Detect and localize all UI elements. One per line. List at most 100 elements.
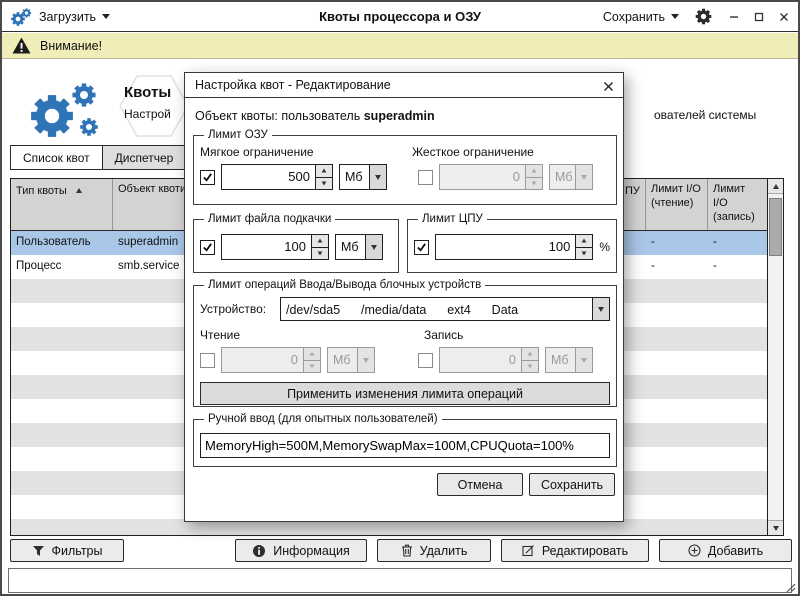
triangle-down-icon [773, 526, 779, 531]
hard-unit-value: Мб [550, 165, 575, 189]
load-menu-label: Загрузить [39, 10, 96, 24]
soft-limit-checkbox[interactable] [200, 170, 215, 185]
delete-button[interactable]: Удалить [377, 539, 491, 562]
app-gears-icon [10, 7, 32, 27]
spin-down-button[interactable] [575, 247, 592, 260]
soft-unit-value: Мб [340, 165, 369, 189]
page-title: Квоты [124, 84, 171, 101]
add-button[interactable]: Добавить [659, 539, 792, 562]
spin-up-button [521, 348, 538, 360]
io-write-unit-value: Мб [546, 348, 575, 372]
soft-limit-label: Мягкое ограничение [200, 145, 412, 159]
spin-up-button[interactable] [315, 165, 332, 177]
spin-down-button [303, 360, 320, 373]
soft-limit-value[interactable]: 500 [222, 165, 315, 189]
quota-object-line: Объект квоты: пользователь superadmin [195, 109, 435, 123]
resize-grip[interactable] [784, 581, 796, 593]
cpu-limit-value[interactable]: 100 [436, 235, 575, 259]
warning-text: Внимание! [40, 39, 102, 53]
device-combobox[interactable]: /dev/sda5 /media/data ext4 Data [280, 297, 610, 321]
io-read-value: 0 [222, 348, 303, 372]
maximize-button[interactable] [753, 11, 765, 23]
scrollbar-thumb[interactable] [769, 198, 782, 256]
table-scrollbar[interactable] [767, 179, 783, 535]
spin-up-button[interactable] [311, 235, 328, 247]
caret-down-icon [671, 14, 679, 19]
scrollbar-up-button[interactable] [768, 179, 783, 194]
page-subtitle-fragment: Настрой [124, 107, 171, 121]
hard-limit-value: 0 [440, 165, 525, 189]
status-bar [8, 568, 792, 593]
save-menu-label: Сохранить [603, 10, 665, 24]
cpu-percent-label: % [599, 240, 610, 254]
io-read-spinbox: 0 [221, 347, 321, 373]
spin-up-button[interactable] [575, 235, 592, 247]
column-io-read[interactable]: Лимит I/O (чтение) [646, 179, 708, 230]
close-window-button[interactable] [778, 11, 790, 23]
caret-down-icon [575, 165, 592, 189]
cpu-limit-spinbox[interactable]: 100 [435, 234, 593, 260]
io-write-unit-combobox: Мб [545, 347, 593, 373]
swap-limit-checkbox[interactable] [200, 240, 215, 255]
caret-down-icon [357, 348, 374, 372]
io-read-checkbox[interactable] [200, 353, 215, 368]
ram-limit-legend: Лимит ОЗУ [204, 129, 272, 141]
trash-icon [401, 544, 413, 557]
warning-triangle-icon [12, 37, 31, 54]
close-icon [603, 81, 614, 92]
spin-up-button [525, 165, 542, 177]
column-io-write[interactable]: Лимит I/O (запись) [708, 179, 767, 230]
scrollbar-down-button[interactable] [768, 520, 783, 535]
edit-button[interactable]: Редактировать [501, 539, 649, 562]
swap-limit-value[interactable]: 100 [222, 235, 311, 259]
hard-limit-checkbox[interactable] [418, 170, 433, 185]
title-bar: Загрузить Квоты процессора и ОЗУ Сохрани… [2, 2, 798, 32]
tab-quota-list[interactable]: Список квот [10, 145, 103, 170]
tab-dispatcher[interactable]: Диспетчер [103, 145, 187, 170]
caret-down-icon[interactable] [592, 298, 609, 320]
io-write-value: 0 [440, 348, 521, 372]
io-read-unit-combobox: Мб [327, 347, 375, 373]
soft-limit-spinbox[interactable]: 500 [221, 164, 333, 190]
apply-io-limits-button[interactable]: Применить изменения лимита операций [200, 382, 610, 405]
info-button[interactable]: Информация [235, 539, 367, 562]
column-type[interactable]: Тип квоты [11, 179, 113, 230]
io-write-checkbox[interactable] [418, 353, 433, 368]
triangle-up-icon [773, 184, 779, 189]
app-logo-gears [26, 80, 106, 147]
check-icon [202, 242, 213, 253]
manual-input-group: Ручной ввод (для опытных пользователей) [193, 413, 617, 467]
plus-icon [688, 544, 701, 557]
spin-down-button [525, 177, 542, 190]
sort-asc-icon [76, 188, 82, 193]
swap-unit-combobox[interactable]: Мб [335, 234, 383, 260]
io-write-label: Запись [424, 328, 463, 342]
device-label: Устройство: [200, 302, 280, 316]
save-menu-button[interactable]: Сохранить [603, 10, 679, 24]
spin-down-button[interactable] [311, 247, 328, 260]
caret-down-icon[interactable] [365, 235, 382, 259]
cancel-button[interactable]: Отмена [437, 473, 523, 496]
cpu-limit-checkbox[interactable] [414, 240, 429, 255]
cpu-limit-legend: Лимит ЦПУ [418, 213, 487, 225]
hard-unit-combobox: Мб [549, 164, 593, 190]
io-write-spinbox: 0 [439, 347, 539, 373]
spin-down-button[interactable] [315, 177, 332, 190]
load-menu-button[interactable]: Загрузить [39, 10, 110, 24]
device-value: /dev/sda5 /media/data ext4 Data [281, 298, 592, 320]
save-button[interactable]: Сохранить [529, 473, 615, 496]
filter-funnel-icon [32, 545, 45, 557]
filters-button[interactable]: Фильтры [10, 539, 124, 562]
manual-input[interactable] [200, 433, 610, 458]
swap-limit-spinbox[interactable]: 100 [221, 234, 329, 260]
quota-object-label: Объект квоты: пользователь [195, 109, 360, 123]
quota-edit-dialog: Настройка квот - Редактирование Объект к… [184, 72, 624, 522]
swap-limit-group: Лимит файла подкачки 100 Мб [193, 213, 399, 273]
caret-down-icon[interactable] [369, 165, 386, 189]
minimize-button[interactable] [728, 11, 740, 23]
quota-object-name: superadmin [364, 109, 435, 123]
dialog-close-button[interactable] [601, 79, 615, 93]
settings-gear-icon[interactable] [695, 8, 712, 25]
soft-unit-combobox[interactable]: Мб [339, 164, 387, 190]
dialog-title: Настройка квот - Редактирование [185, 73, 623, 98]
